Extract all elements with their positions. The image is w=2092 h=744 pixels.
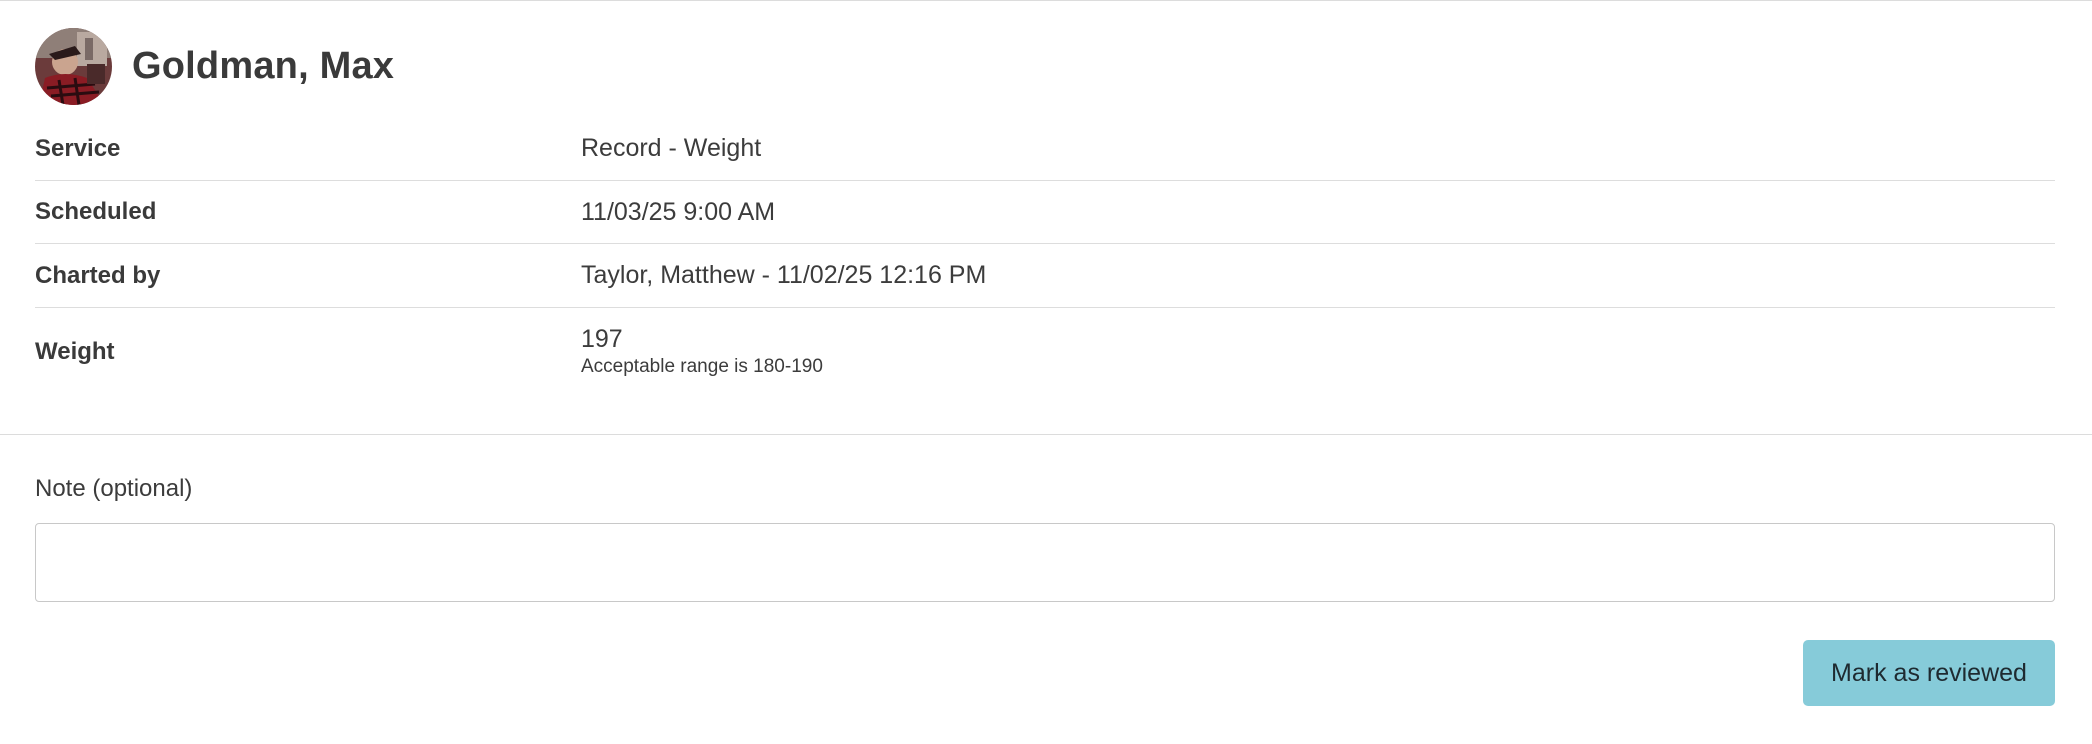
detail-row-weight: Weight 197 Acceptable range is 180-190 xyxy=(35,308,2055,396)
detail-label: Scheduled xyxy=(35,198,157,225)
note-label: Note (optional) xyxy=(35,475,193,502)
patient-photo-icon xyxy=(35,28,112,105)
detail-label: Weight xyxy=(35,338,115,365)
note-input[interactable] xyxy=(35,523,2055,602)
details-table: Service Record - Weight Scheduled 11/03/… xyxy=(35,117,2055,396)
detail-label: Charted by xyxy=(35,261,161,289)
avatar xyxy=(35,28,112,105)
detail-row-scheduled: Scheduled 11/03/25 9:00 AM xyxy=(35,181,2055,244)
detail-label: Service xyxy=(35,134,121,162)
detail-row-service: Service Record - Weight xyxy=(35,117,2055,181)
detail-value: Record - Weight xyxy=(581,134,762,162)
detail-row-charted-by: Charted by Taylor, Matthew - 11/02/25 12… xyxy=(35,244,2055,308)
detail-value: Taylor, Matthew - 11/02/25 12:16 PM xyxy=(581,261,987,289)
detail-value: 11/03/25 9:00 AM xyxy=(581,197,776,226)
patient-header: Goldman, Max xyxy=(35,28,394,105)
review-panel: Goldman, Max Service Record - Weight Sch… xyxy=(0,0,2092,744)
weight-value: 197 xyxy=(581,325,623,353)
patient-name: Goldman, Max xyxy=(132,45,395,87)
weight-value-group: 197 Acceptable range is 180-190 xyxy=(581,324,823,380)
mark-as-reviewed-button[interactable]: Mark as reviewed xyxy=(1803,640,2055,706)
section-divider xyxy=(0,434,2092,435)
acceptable-range-text: Acceptable range is 180-190 xyxy=(581,356,823,377)
